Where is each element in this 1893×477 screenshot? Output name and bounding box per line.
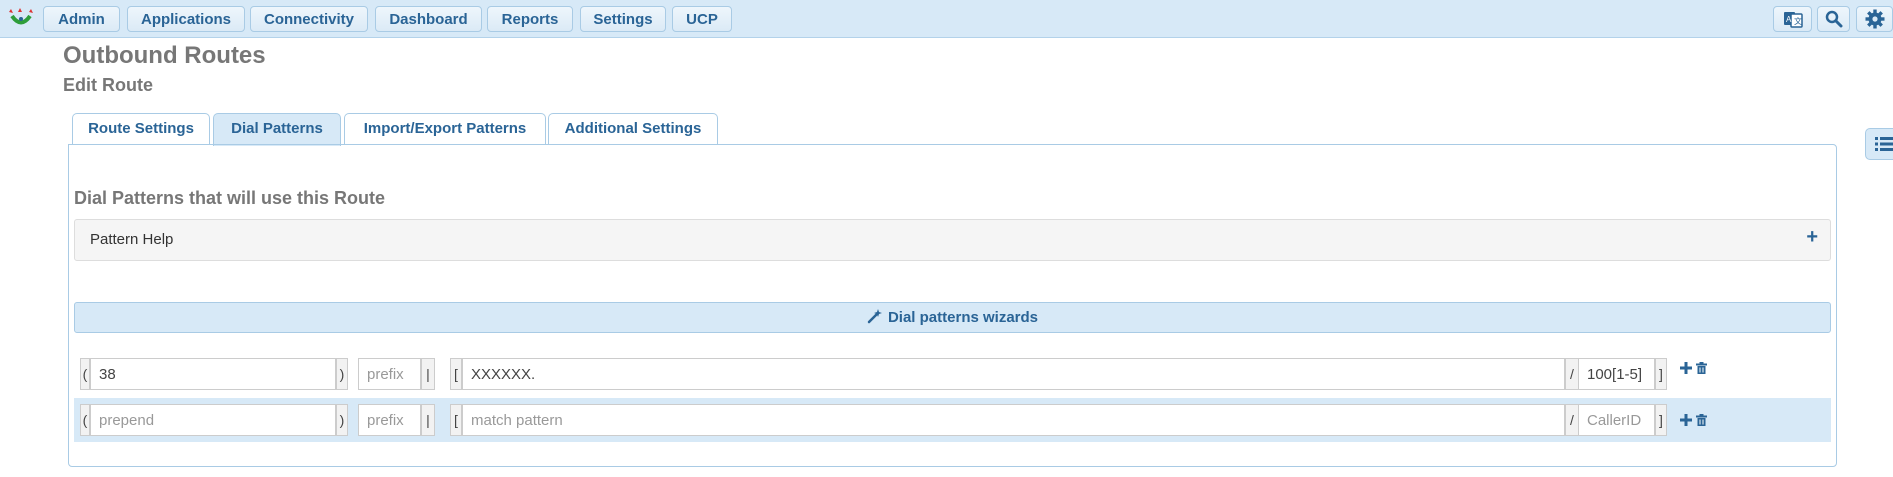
nav-connectivity[interactable]: Connectivity (250, 6, 368, 32)
page-subtitle: Edit Route (63, 75, 153, 95)
prefix-input[interactable] (358, 358, 421, 390)
prepend-input[interactable] (90, 404, 336, 436)
dial-pattern-row: ( ) | [ / ] (74, 398, 1831, 442)
gear-icon (1865, 9, 1884, 29)
open-bracket: [ (450, 404, 462, 436)
open-paren: ( (80, 358, 90, 390)
pattern-help-toggle[interactable]: Pattern Help + (74, 219, 1831, 261)
page-title: Outbound Routes (63, 42, 266, 69)
close-bracket: ] (1655, 404, 1667, 436)
trash-icon[interactable] (1696, 362, 1707, 374)
list-icon (1875, 137, 1893, 151)
nav-ucp[interactable]: UCP (672, 6, 732, 32)
pipe-separator: | (421, 358, 435, 390)
dial-patterns-wizards-button[interactable]: Dial patterns wizards (74, 302, 1831, 333)
language-icon: A 文 (1783, 12, 1803, 28)
trash-icon[interactable] (1696, 414, 1707, 426)
language-button[interactable]: A 文 (1773, 6, 1812, 32)
svg-text:文: 文 (1794, 16, 1802, 26)
open-paren: ( (80, 404, 90, 436)
tab-additional-settings[interactable]: Additional Settings (548, 113, 718, 145)
top-nav-bar: Admin Applications Connectivity Dashboar… (0, 0, 1893, 38)
slash-separator: / (1565, 404, 1579, 436)
section-heading: Dial Patterns that will use this Route (74, 188, 386, 208)
prefix-input[interactable] (358, 404, 421, 436)
close-paren: ) (336, 404, 348, 436)
settings-button[interactable] (1856, 6, 1893, 32)
search-button[interactable] (1817, 6, 1850, 32)
close-paren: ) (336, 358, 348, 390)
nav-dashboard[interactable]: Dashboard (375, 6, 482, 32)
plus-icon[interactable] (1680, 362, 1692, 374)
nav-applications[interactable]: Applications (127, 6, 245, 32)
nav-settings[interactable]: Settings (580, 6, 666, 32)
close-bracket: ] (1655, 358, 1667, 390)
tab-route-settings[interactable]: Route Settings (72, 113, 210, 145)
wizards-label: Dial patterns wizards (887, 309, 1039, 326)
tab-import-export-patterns[interactable]: Import/Export Patterns (344, 113, 546, 145)
slash-separator: / (1565, 358, 1579, 390)
pipe-separator: | (421, 404, 435, 436)
callerid-input[interactable] (1578, 358, 1655, 390)
dial-pattern-row: ( ) | [ / ] (74, 346, 1831, 390)
open-bracket: [ (450, 358, 462, 390)
match-pattern-input[interactable] (462, 404, 1565, 436)
plus-icon[interactable] (1680, 414, 1692, 426)
freepbx-logo[interactable] (6, 7, 36, 31)
pattern-help-label: Pattern Help (90, 231, 174, 248)
side-panel-toggle[interactable] (1865, 128, 1893, 160)
search-icon (1825, 10, 1842, 28)
match-pattern-input[interactable] (462, 358, 1565, 390)
magic-wand-icon (867, 308, 882, 323)
nav-reports[interactable]: Reports (487, 6, 573, 32)
tab-dial-patterns[interactable]: Dial Patterns (213, 113, 341, 146)
expand-plus-icon[interactable]: + (1806, 226, 1818, 249)
callerid-input[interactable] (1578, 404, 1655, 436)
prepend-input[interactable] (90, 358, 336, 390)
nav-admin[interactable]: Admin (43, 6, 120, 32)
svg-text:A: A (1786, 15, 1792, 24)
